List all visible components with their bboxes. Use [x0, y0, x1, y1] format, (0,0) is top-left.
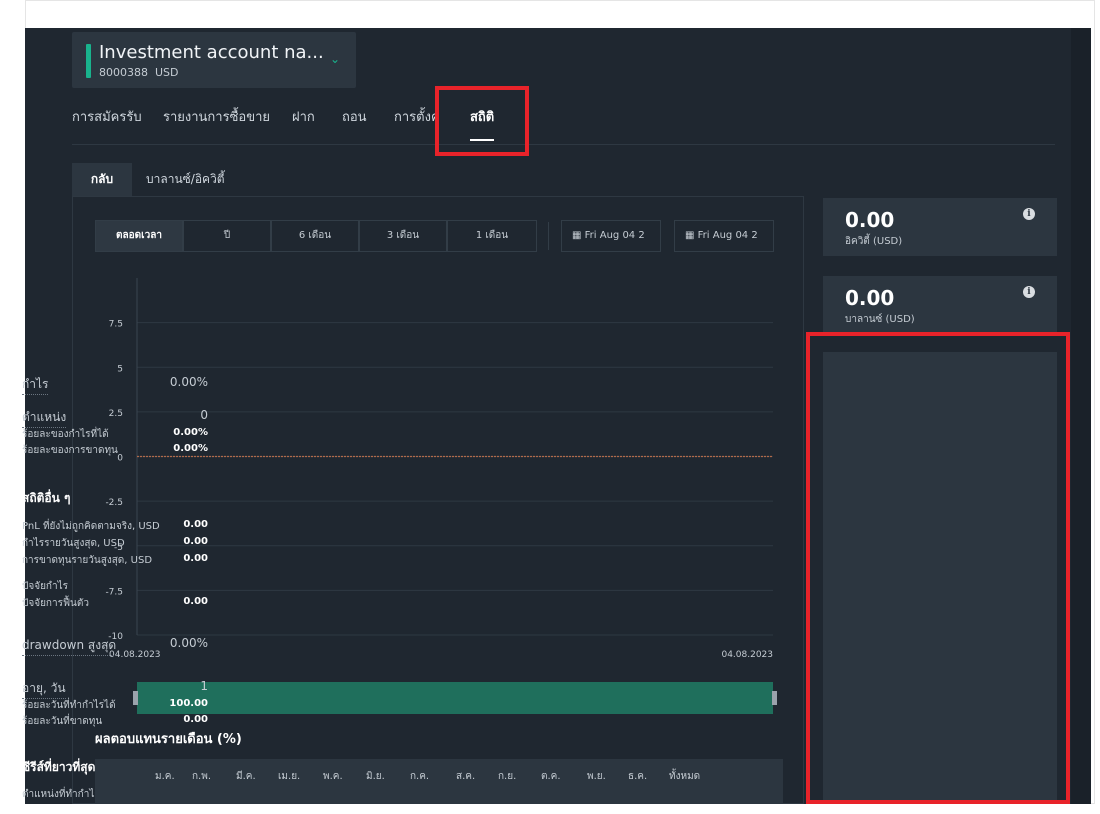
- highlight-box-tab: [435, 86, 529, 156]
- balance-card: 0.00 บาลานซ์ (USD) i: [823, 276, 1057, 334]
- month-header: ธ.ค.: [628, 771, 648, 782]
- right-margin: [1071, 28, 1091, 804]
- metric-value: 0.00: [183, 519, 208, 530]
- info-icon[interactable]: i: [1023, 286, 1035, 298]
- metric-label: ร้อยละของการขาดทุน: [22, 445, 118, 456]
- range-1-month[interactable]: 1 เดือน: [447, 220, 537, 252]
- metric-positions: ตำแหน่ง 0: [0, 408, 234, 428]
- account-selector[interactable]: Investment account na... 8000388 USD ⌄: [72, 32, 356, 88]
- month-header: ส.ค.: [456, 771, 476, 782]
- metric-age-days: อายุ, วัน 1: [0, 679, 234, 699]
- range-6-months[interactable]: 6 เดือน: [271, 220, 359, 252]
- account-name: Investment account na...: [99, 42, 324, 63]
- equity-value: 0.00: [845, 208, 895, 232]
- metric-value: 0.00%: [169, 636, 208, 650]
- section-heading: สถิติอื่น ๆ: [22, 491, 71, 505]
- month-header: เม.ย.: [278, 771, 301, 782]
- calendar-icon: ▦: [572, 230, 582, 241]
- tab-subscriptions[interactable]: การสมัครรับ: [72, 106, 142, 127]
- subtab-balance-equity[interactable]: บาลานซ์/อิควิตี้: [132, 163, 239, 196]
- highlight-box-metrics: [806, 332, 1070, 804]
- range-year[interactable]: ปี: [183, 220, 271, 252]
- metric-value: 0.00%: [173, 443, 208, 454]
- month-header: ก.พ.: [192, 771, 212, 782]
- metric-label: ตำแหน่งที่ทำกำไร: [22, 789, 100, 800]
- metric-profit: กำไร 0.00%: [0, 375, 234, 395]
- metric-value: 0.00: [183, 553, 208, 564]
- month-header: พ.ค.: [323, 771, 343, 782]
- metric-max-drawdown: drawdown สูงสุด 0.00%: [0, 636, 234, 656]
- section-heading: ซีรีส์ที่ยาวที่สุด: [22, 760, 96, 774]
- metric-label: ร้อยละวันที่ขาดทุน: [22, 716, 103, 727]
- metric-label: ปัจจัยการฟื้นตัว: [22, 598, 89, 609]
- date-from-picker[interactable]: ▦ Fri Aug 04 2: [561, 220, 661, 252]
- metric-value: 0.00%: [169, 375, 208, 389]
- month-header: ม.ค.: [155, 771, 175, 782]
- month-header: ต.ค.: [541, 771, 561, 782]
- balance-label: บาลานซ์ (USD): [845, 314, 915, 325]
- metric-label: การขาดทุนรายวันสูงสุด, USD: [22, 555, 153, 566]
- equity-card: 0.00 อิควิตี้ (USD) i: [823, 198, 1057, 256]
- month-header: มี.ค.: [236, 771, 256, 782]
- metric-value: 0.00: [183, 536, 208, 547]
- metric-label: ปัจจัยกำไร: [22, 581, 68, 592]
- equity-label: อิควิตี้ (USD): [845, 236, 903, 247]
- date-to-value: Fri Aug 04 2: [697, 230, 758, 241]
- account-color-bar: [86, 44, 91, 78]
- range-3-months[interactable]: 3 เดือน: [359, 220, 447, 252]
- x-tick-label: 04.08.2023: [721, 650, 773, 660]
- account-currency: USD: [155, 66, 179, 79]
- metric-label: อายุ, วัน: [22, 679, 66, 699]
- metric-value: 0.00: [183, 596, 208, 607]
- month-header: ก.ค.: [410, 771, 430, 782]
- metric-value: 0: [200, 408, 208, 422]
- metric-label: ร้อยละวันที่ทำกำไรได้: [22, 700, 116, 711]
- date-from-value: Fri Aug 04 2: [584, 230, 645, 241]
- metric-worst-day: การขาดทุนรายวันสูงสุด, USD 0.00: [0, 553, 234, 569]
- metric-value: 1: [200, 679, 208, 693]
- y-tick-label: 5: [117, 364, 123, 374]
- metric-best-day: กำไรรายวันสูงสุด, USD 0.00: [0, 536, 234, 552]
- month-header: พ.ย.: [587, 771, 606, 782]
- metric-label: drawdown สูงสุด: [22, 636, 117, 656]
- y-tick-label: 7.5: [109, 320, 123, 330]
- navigator-handle-right: [772, 691, 777, 705]
- metric-unrealized-pnl: PnL ที่ยังไม่ถูกคิดตามจริง, USD 0.00: [0, 519, 234, 535]
- metric-profitable-days: ร้อยละวันที่ทำกำไรได้ 100.00: [0, 698, 234, 714]
- chevron-down-icon[interactable]: ⌄: [330, 52, 340, 66]
- calendar-icon: ▦: [685, 230, 695, 241]
- metric-pct-loss: ร้อยละของการขาดทุน 0.00%: [0, 443, 234, 459]
- info-icon[interactable]: i: [1023, 208, 1035, 220]
- metric-value: 0.00%: [173, 427, 208, 438]
- month-header: มิ.ย.: [366, 771, 385, 782]
- metric-pct-profitable: ร้อยละของกำไรที่ได้ 0.00%: [0, 427, 234, 443]
- metric-label: กำไร: [22, 375, 49, 395]
- other-stats-heading: สถิติอื่น ๆ: [0, 489, 234, 505]
- metric-value: 0.00: [183, 714, 208, 725]
- subtab-returns[interactable]: กลับ: [72, 163, 132, 196]
- account-number: 8000388 USD: [99, 66, 179, 79]
- metric-label: PnL ที่ยังไม่ถูกคิดตามจริง, USD: [22, 521, 160, 532]
- tab-trading-report[interactable]: รายงานการซื้อขาย: [163, 106, 270, 127]
- metric-label: ร้อยละของกำไรที่ได้: [22, 429, 109, 440]
- metric-profit-factor: ปัจจัยกำไร: [0, 579, 234, 595]
- range-divider: [548, 222, 549, 250]
- month-header: ทั้งหมด: [669, 771, 701, 782]
- tab-deposit[interactable]: ฝาก: [292, 106, 315, 127]
- metric-label: ตำแหน่ง: [22, 408, 67, 428]
- nav-divider: [72, 144, 1055, 145]
- tab-withdraw[interactable]: ถอน: [342, 106, 367, 127]
- date-to-picker[interactable]: ▦ Fri Aug 04 2: [674, 220, 774, 252]
- month-header: ก.ย.: [498, 771, 517, 782]
- monthly-returns-title: ผลตอบแทนรายเดือน (%): [95, 732, 242, 747]
- balance-value: 0.00: [845, 286, 895, 310]
- metric-label: กำไรรายวันสูงสุด, USD: [22, 538, 125, 549]
- metric-value: 100.00: [169, 698, 208, 709]
- tab-settings[interactable]: การตั้งค: [394, 106, 440, 127]
- range-all-time[interactable]: ตลอดเวลา: [95, 220, 183, 252]
- metric-recovery-factor: ปัจจัยการฟื้นตัว 0.00: [0, 596, 234, 612]
- account-id: 8000388: [99, 66, 148, 79]
